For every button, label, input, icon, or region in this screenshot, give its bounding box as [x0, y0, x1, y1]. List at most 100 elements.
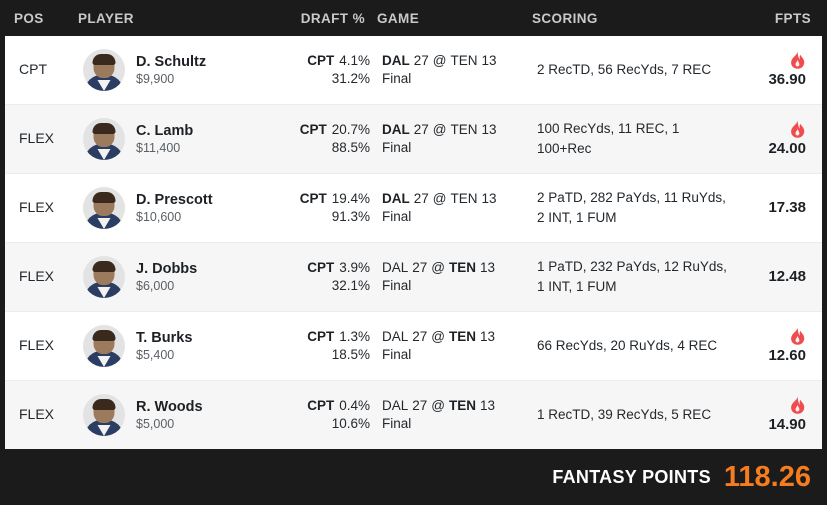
scoring-summary: 100 RecYds, 11 REC, 1 100+Rec: [537, 121, 680, 156]
draft-percent-cell: CPT 4.1% 31.2%: [273, 52, 370, 87]
game-away-team: DAL: [382, 329, 409, 345]
game-home-score: 13: [480, 398, 496, 414]
player-name: T. Burks: [136, 329, 193, 346]
game-home-score: 13: [481, 53, 497, 69]
table-row[interactable]: FLEX T. Burks $5,400 CPT 1.3% 18.5% DAL 27 @ TEN 1…: [5, 312, 822, 381]
game-away-score: 27: [412, 398, 428, 414]
fpts-value: 12.48: [768, 267, 806, 285]
player-cell[interactable]: D. Prescott $10,600: [83, 187, 273, 229]
column-header-game: GAME: [377, 10, 420, 26]
game-cell: DAL 27 @ TEN 13 Final: [370, 259, 525, 295]
draft-flex-percent: 88.5%: [331, 140, 370, 155]
player-cell[interactable]: C. Lamb $11,400: [83, 118, 273, 160]
draft-cpt-percent: 0.4%: [339, 398, 370, 414]
column-header-scoring: SCORING: [532, 10, 598, 26]
table-row[interactable]: FLEX C. Lamb $11,400 CPT 20.7% 88.5% DAL 27 @ TEN…: [5, 105, 822, 174]
player-name: J. Dobbs: [136, 260, 198, 277]
game-away-score: 27: [413, 53, 429, 69]
game-away-team: DAL: [382, 122, 410, 138]
fpts-value: 17.38: [768, 198, 806, 216]
table-row[interactable]: FLEX R. Woods $5,000 CPT 0.4% 10.6% DAL 27 @ TEN 1…: [5, 381, 822, 449]
game-cell: DAL 27 @ TEN 13 Final: [370, 190, 525, 226]
draft-percent-cell: CPT 20.7% 88.5%: [273, 121, 370, 156]
game-status: Final: [382, 70, 412, 86]
player-salary: $9,900: [136, 71, 175, 86]
player-cell[interactable]: R. Woods $5,000: [83, 394, 273, 436]
game-cell: DAL 27 @ TEN 13 Final: [370, 328, 525, 364]
table-header-row: POS PLAYER DRAFT % GAME SCORING FPTS: [0, 0, 827, 36]
game-away-score: 27: [412, 260, 428, 276]
fpts-value: 36.90: [768, 71, 806, 89]
player-salary: $6,000: [136, 278, 175, 293]
game-home-team: TEN: [450, 53, 478, 69]
table-row[interactable]: CPT D. Schultz $9,900 CPT 4.1% 31.2% DAL 27 @ TEN…: [5, 36, 822, 105]
player-name: D. Prescott: [136, 191, 213, 208]
game-status: Final: [382, 208, 412, 224]
column-header-fpts: FPTS: [774, 10, 811, 26]
flame-icon: [791, 327, 805, 346]
game-at-symbol: @: [432, 122, 447, 138]
fpts-cell: 12.60: [740, 327, 806, 365]
scoring-summary: 66 RecYds, 20 RuYds, 4 REC: [537, 338, 718, 354]
fpts-value: 24.00: [768, 140, 806, 158]
game-away-score: 27: [412, 329, 428, 345]
table-row[interactable]: FLEX D. Prescott $10,600 CPT 19.4% 91.3% DAL 27…: [5, 174, 822, 243]
scoring-summary: 1 RecTD, 39 RecYds, 5 REC: [537, 407, 712, 423]
row-position: FLEX: [19, 406, 55, 422]
draft-cpt-percent: 1.3%: [339, 329, 370, 345]
player-cell[interactable]: J. Dobbs $6,000: [83, 256, 273, 298]
game-home-team: TEN: [449, 398, 477, 414]
fantasy-lineup-card: POS PLAYER DRAFT % GAME SCORING FPTS CPT…: [0, 0, 827, 505]
game-away-score: 27: [413, 191, 429, 207]
fantasy-points-label: FANTASY POINTS: [552, 466, 711, 487]
column-header-player: PLAYER: [78, 10, 134, 26]
game-at-symbol: @: [431, 398, 446, 414]
player-name: R. Woods: [136, 398, 203, 415]
scoring-summary: 2 RecTD, 56 RecYds, 7 REC: [537, 62, 712, 78]
column-header-draft: DRAFT %: [300, 10, 365, 26]
game-home-team: TEN: [450, 191, 478, 207]
game-status: Final: [382, 277, 412, 293]
player-cell[interactable]: D. Schultz $9,900: [83, 49, 273, 91]
row-position: FLEX: [19, 268, 55, 284]
player-salary: $5,400: [136, 347, 175, 362]
flame-icon: [791, 51, 805, 70]
game-home-score: 13: [481, 191, 497, 207]
table-row[interactable]: FLEX J. Dobbs $6,000 CPT 3.9% 32.1% DAL 27 @ TEN 1…: [5, 243, 822, 312]
draft-flex-percent: 91.3%: [331, 209, 370, 224]
fpts-cell: 17.38: [740, 198, 806, 217]
game-away-team: DAL: [382, 398, 409, 414]
draft-flex-percent: 32.1%: [331, 278, 370, 293]
game-away-score: 27: [413, 122, 429, 138]
flame-icon: [791, 396, 805, 415]
draft-cpt-percent: 19.4%: [331, 191, 370, 207]
row-position: CPT: [19, 61, 47, 77]
fantasy-points-total: 118.26: [723, 460, 811, 493]
draft-cpt-tag: CPT: [307, 260, 335, 276]
scoring-summary: 2 PaTD, 282 PaYds, 11 RuYds, 2 INT, 1 FU…: [537, 190, 726, 225]
game-status: Final: [382, 346, 412, 362]
game-away-team: DAL: [382, 260, 409, 276]
game-cell: DAL 27 @ TEN 13 Final: [370, 121, 525, 157]
draft-percent-cell: CPT 1.3% 18.5%: [273, 328, 370, 363]
row-position: FLEX: [19, 337, 55, 353]
player-cell[interactable]: T. Burks $5,400: [83, 325, 273, 367]
avatar: [83, 187, 125, 229]
avatar: [83, 394, 125, 436]
game-at-symbol: @: [432, 53, 447, 69]
fantasy-points-footer: FANTASY POINTS 118.26: [0, 449, 827, 505]
draft-cpt-percent: 4.1%: [339, 53, 370, 69]
fpts-cell: 14.90: [740, 396, 806, 434]
game-home-team: TEN: [450, 122, 478, 138]
game-home-team: TEN: [449, 329, 477, 345]
draft-flex-percent: 31.2%: [331, 71, 370, 86]
player-name: C. Lamb: [136, 122, 194, 139]
game-cell: DAL 27 @ TEN 13 Final: [370, 397, 525, 433]
fpts-cell: 36.90: [740, 51, 806, 89]
player-salary: $11,400: [136, 140, 181, 155]
draft-cpt-tag: CPT: [307, 53, 335, 69]
draft-cpt-percent: 3.9%: [339, 260, 370, 276]
player-rows-container: CPT D. Schultz $9,900 CPT 4.1% 31.2% DAL 27 @ TEN…: [0, 36, 827, 449]
fpts-cell: 12.48: [740, 267, 806, 286]
fpts-value: 12.60: [768, 347, 806, 365]
